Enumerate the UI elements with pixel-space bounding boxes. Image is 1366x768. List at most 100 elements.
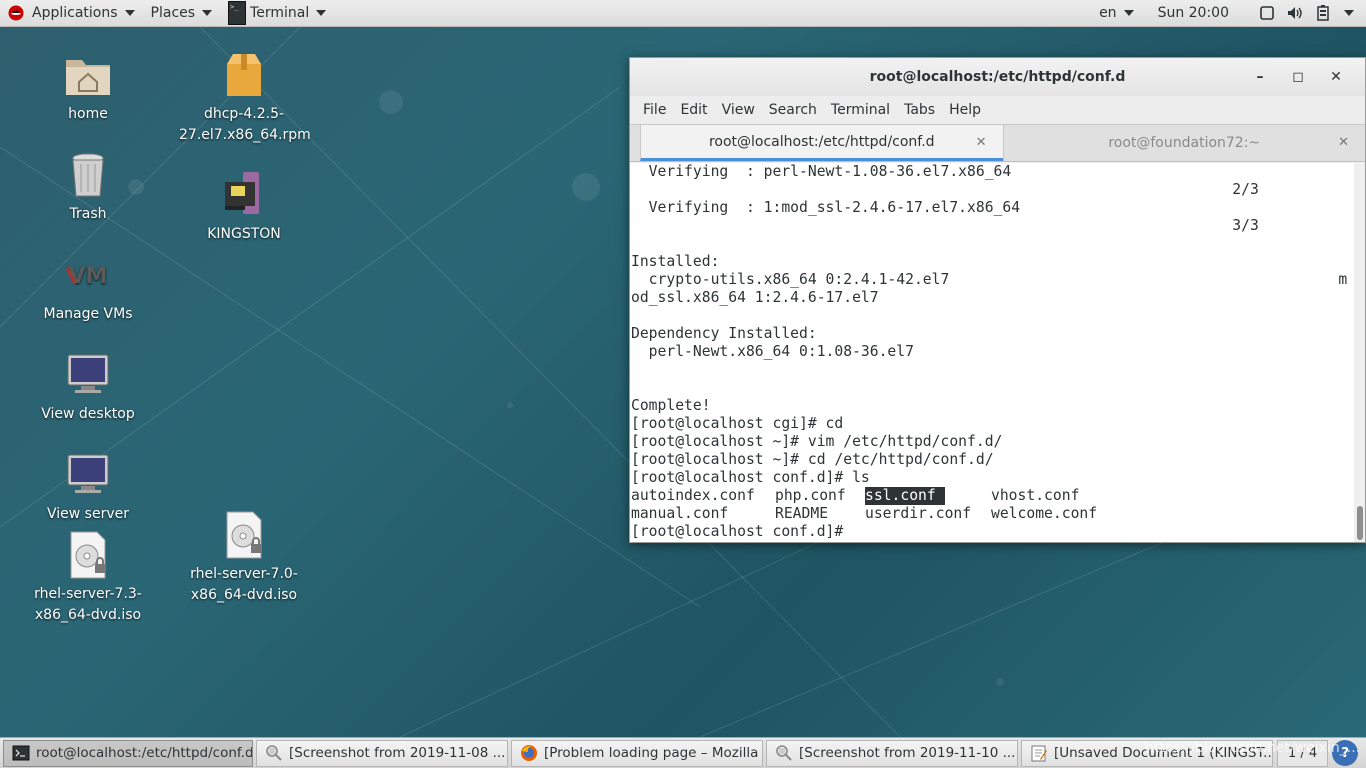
terminal-line: Verifying : 1:mod_ssl-2.4.6-17.el7.x86_6…: [631, 199, 1021, 216]
terminal-line: perl-Newt.x86_64 0:1.08-36.el7: [631, 343, 914, 360]
terminal-line: [root@localhost conf.d]# ls: [631, 469, 870, 486]
chevron-down-icon: [1123, 10, 1134, 16]
desktop-icon-manage-vms[interactable]: VM Manage VMs: [18, 250, 158, 325]
tab-label: root@localhost:/etc/httpd/conf.d: [708, 133, 935, 150]
menu-tabs[interactable]: Tabs: [897, 102, 942, 118]
desktop-icon-label: View desktop: [41, 406, 135, 422]
terminal-line: [root@localhost cgi]# cd: [631, 415, 844, 432]
menu-view[interactable]: View: [715, 102, 762, 118]
ls-entry-selected: ssl.conf: [865, 487, 945, 505]
taskbar-item-screenshot-1108[interactable]: [Screenshot from 2019-11-08 ...: [256, 739, 508, 767]
firefox-icon: [521, 745, 537, 761]
tab-label: root@foundation72:~: [1108, 135, 1261, 151]
trash-icon: [72, 153, 104, 197]
tab-localhost-conf-d[interactable]: root@localhost:/etc/httpd/conf.d ✕: [640, 125, 1003, 161]
tab-bar: root@localhost:/etc/httpd/conf.d ✕ root@…: [630, 124, 1365, 162]
terminal-label: Terminal: [250, 5, 310, 21]
desktop-icon-label: rhel-server-7.0-x86_64-dvd.iso: [190, 566, 298, 603]
menu-edit[interactable]: Edit: [673, 102, 714, 118]
chevron-down-icon: [1344, 10, 1354, 16]
terminal-icon: [12, 745, 30, 761]
window-title: root@localhost:/etc/httpd/conf.d: [869, 69, 1126, 85]
desktop-icon-label: home: [68, 106, 108, 122]
usb-drive-icon: [225, 172, 259, 214]
ls-entry: vhost.conf: [991, 487, 1080, 504]
maximize-icon[interactable]: ◻: [1279, 69, 1317, 85]
desktop-icon-dhcp-rpm[interactable]: dhcp-4.2.5-27.el7.x86_64.rpm: [174, 50, 314, 146]
taskbar-item-label: [Problem loading page – Mozilla ...: [544, 745, 763, 761]
taskbar-item-label: root@localhost:/etc/httpd/conf.d: [36, 745, 253, 761]
image-viewer-icon: [776, 745, 792, 761]
desktop-icon-label: KINGSTON: [207, 226, 281, 242]
language-label: en: [1099, 5, 1117, 21]
menu-terminal[interactable]: Terminal: [824, 102, 897, 118]
window-titlebar[interactable]: root@localhost:/etc/httpd/conf.d – ◻ ✕: [630, 58, 1365, 96]
places-label: Places: [150, 5, 196, 21]
terminal-output[interactable]: Verifying : perl-Newt-1.08-36.el7.x86_64…: [630, 163, 1355, 542]
language-selector[interactable]: en: [1091, 0, 1142, 27]
terminal-line: [root@localhost ~]# cd /etc/httpd/conf.d…: [631, 451, 994, 468]
applications-label: Applications: [32, 5, 118, 21]
taskbar-item-screenshot-1110[interactable]: [Screenshot from 2019-11-10 ...: [766, 739, 1018, 767]
ls-entry: php.conf: [775, 487, 846, 504]
applications-menu[interactable]: Applications: [0, 0, 143, 27]
ls-entry: README: [775, 505, 829, 522]
terminal-app-menu[interactable]: Terminal: [220, 0, 334, 27]
chevron-down-icon: [124, 10, 135, 16]
home-folder-icon: [66, 60, 110, 95]
text-editor-icon: [1031, 745, 1047, 762]
minimize-icon[interactable]: –: [1241, 69, 1279, 85]
terminal-line: 3/3: [631, 217, 1259, 234]
terminal-line: 2/3: [631, 181, 1259, 198]
terminal-prompt: [root@localhost conf.d]#: [630, 523, 1355, 541]
watermark: https://blog.csdn.net/weixin_...: [1145, 740, 1361, 756]
desktop-icon-rhel-7-0-iso[interactable]: rhel-server-7.0-x86_64-dvd.iso: [174, 510, 314, 606]
terminal-line: crypto-utils.x86_64 0:2.4.1-42.el7 m: [631, 271, 1348, 288]
ls-entry: manual.conf: [631, 505, 729, 522]
battery-icon: [1315, 5, 1331, 21]
svg-text:VM: VM: [69, 264, 108, 289]
desktop-icon-rhel-7-3-iso[interactable]: rhel-server-7.3-x86_64-dvd.iso: [18, 530, 158, 626]
volume-icon: [1287, 5, 1303, 21]
clock[interactable]: Sun 20:00: [1142, 0, 1245, 27]
desktop-icon-label: dhcp-4.2.5-27.el7.x86_64.rpm: [179, 106, 311, 143]
places-menu[interactable]: Places: [143, 0, 221, 27]
chevron-down-icon: [202, 10, 213, 16]
menu-help[interactable]: Help: [942, 102, 988, 118]
prompt-text: [root@localhost conf.d]#: [631, 523, 844, 540]
redhat-logo-icon: [8, 5, 24, 21]
close-icon[interactable]: ✕: [1338, 135, 1349, 150]
disc-image-icon: [70, 531, 106, 579]
desktop-icon-view-server[interactable]: View server: [18, 450, 158, 525]
terminal-line: od_ssl.x86_64 1:2.4.6-17.el7: [631, 289, 879, 306]
terminal-line: [root@localhost ~]# vim /etc/httpd/conf.…: [631, 433, 1003, 450]
scrollbar-thumb[interactable]: [1357, 506, 1363, 540]
desktop-icon-trash[interactable]: Trash: [18, 150, 158, 225]
monitor-icon: [67, 454, 109, 493]
close-icon[interactable]: ✕: [976, 135, 987, 150]
taskbar-item-terminal[interactable]: root@localhost:/etc/httpd/conf.d: [3, 739, 253, 767]
image-viewer-icon: [266, 745, 282, 761]
tab-foundation72[interactable]: root@foundation72:~ ✕: [1002, 125, 1366, 161]
close-icon[interactable]: ✕: [1317, 69, 1355, 85]
scrollbar[interactable]: [1354, 163, 1365, 542]
terminal-window[interactable]: root@localhost:/etc/httpd/conf.d – ◻ ✕ F…: [629, 57, 1366, 543]
desktop-icon-label: Manage VMs: [43, 306, 133, 322]
package-icon: [227, 54, 261, 96]
system-tray[interactable]: [1245, 0, 1366, 27]
desktop-icon-view-desktop[interactable]: View desktop: [18, 350, 158, 425]
desktop-icon-kingston[interactable]: KINGSTON: [174, 170, 314, 245]
taskbar-item-firefox[interactable]: [Problem loading page – Mozilla ...: [511, 739, 763, 767]
screen-icon: [1259, 5, 1275, 21]
desktop-icon-home[interactable]: home: [18, 50, 158, 125]
menu-file[interactable]: File: [636, 102, 673, 118]
top-panel: Applications Places Terminal en Sun 20:0…: [0, 0, 1366, 27]
chevron-down-icon: [316, 10, 327, 16]
ls-output-row: autoindex.conf php.conf ssl.conf vhost.conf: [630, 487, 1355, 505]
menu-search[interactable]: Search: [762, 102, 824, 118]
disc-image-icon: [226, 511, 262, 559]
